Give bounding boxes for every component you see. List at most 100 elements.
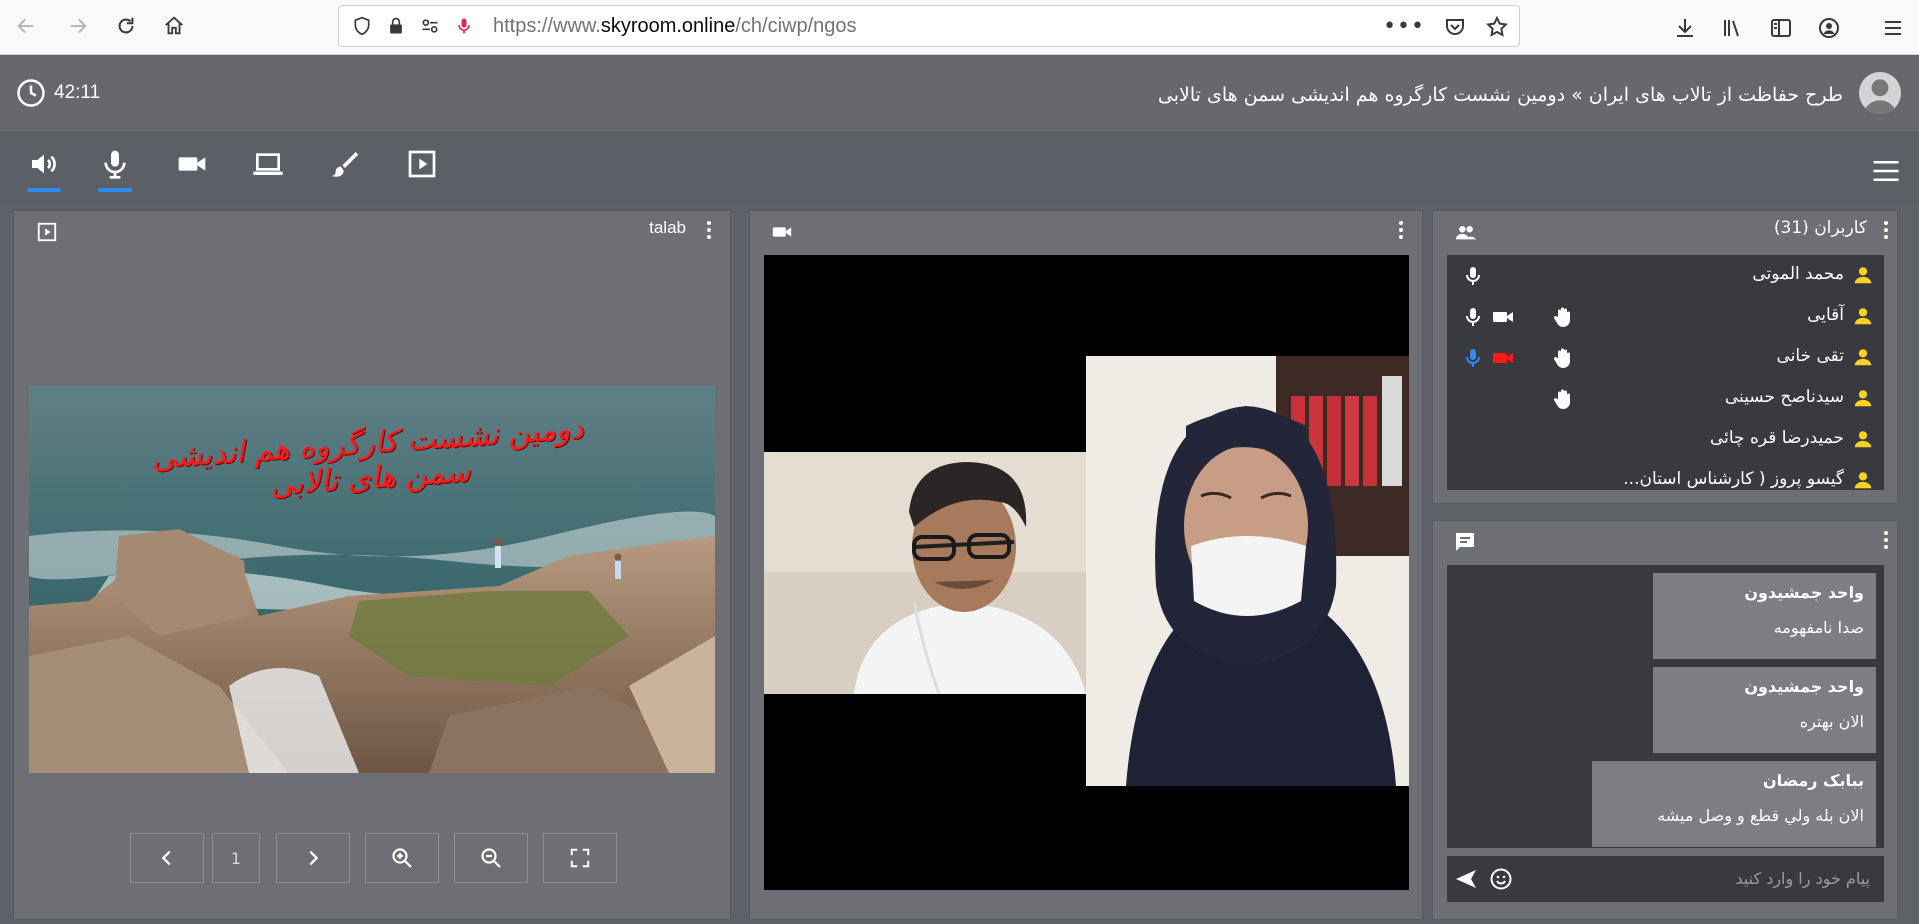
raised-hand-icon [1553, 389, 1570, 409]
zoom-out-button[interactable] [454, 833, 528, 883]
user-row[interactable]: حمیدرضا قره چائی [1447, 419, 1884, 460]
laptop-icon [253, 153, 283, 175]
home-button[interactable] [154, 6, 194, 46]
session-timer: 42:11 [16, 78, 100, 108]
user-name: تقی خانی [1776, 346, 1845, 366]
hamburger-menu-button[interactable] [1871, 156, 1901, 186]
home-icon [165, 16, 183, 35]
fullscreen-button[interactable] [543, 833, 617, 883]
zoom-in-button[interactable] [365, 833, 439, 883]
video-options-icon[interactable] [1398, 221, 1404, 239]
pocket-icon[interactable] [1443, 15, 1467, 39]
chat-author: واحد جمشیدون [1744, 677, 1864, 696]
microphone-active-indicator [98, 188, 132, 192]
users-panel: کاربران (31) محمد الموتی آقایی تقی خانی [1432, 210, 1898, 504]
microphone-icon [1466, 267, 1480, 285]
user-row[interactable]: آقایی [1447, 296, 1884, 337]
chat-panel: واحد جمشیدون صدا نامفهومه واحد جمشیدون ا… [1432, 520, 1898, 920]
chat-message: واحد جمشیدون صدا نامفهومه [1653, 573, 1876, 659]
permissions-icon[interactable] [419, 15, 441, 37]
browser-toolbar: https://www.skyroom.online/ch/ciwp/ngos … [0, 0, 1919, 55]
raised-hand-icon [1553, 348, 1570, 368]
reload-button[interactable] [106, 6, 146, 46]
video-camera-icon [1493, 312, 1513, 322]
app-header: 42:11 طرح حفاظت از تالاب های ایران » دوم… [0, 56, 1919, 133]
user-row[interactable]: محمد الموتی [1447, 255, 1884, 296]
microphone-active-icon[interactable] [453, 15, 475, 37]
participant-video-female[interactable] [1086, 356, 1409, 786]
reload-icon [118, 17, 134, 34]
user-row[interactable]: تقی خانی [1447, 337, 1884, 378]
chat-input[interactable]: پیام خود را وارد کنید [1447, 856, 1884, 902]
person-icon [1854, 308, 1872, 325]
speaker-button[interactable] [23, 148, 65, 194]
sidebar-toggle-icon[interactable] [1766, 13, 1796, 43]
presentation-panel: talab دومین نشست کارگروه هم اندیشی سمن ه… [13, 210, 731, 920]
back-button[interactable] [6, 6, 46, 46]
users-panel-header: کاربران (31) [1433, 211, 1897, 247]
chat-text: صدا نامفهومه [1773, 618, 1864, 637]
emoji-icon[interactable] [1489, 867, 1513, 891]
users-count-title: کاربران (31) [1773, 218, 1867, 238]
room-title: طرح حفاظت از تالاب های ایران » دومین نشس… [1157, 84, 1843, 106]
whiteboard-button[interactable] [324, 148, 366, 194]
menu-icon [1873, 161, 1899, 181]
next-page-button[interactable] [276, 833, 350, 883]
play-box-icon[interactable] [36, 221, 58, 243]
chat-panel-header [1433, 521, 1897, 557]
page-number[interactable]: 1 [212, 833, 260, 883]
chevron-left-icon [161, 850, 171, 866]
chat-text: الان بهتره [1799, 712, 1864, 731]
library-icon[interactable] [1718, 13, 1748, 43]
forward-button[interactable] [58, 6, 98, 46]
speaker-active-indicator [27, 188, 61, 192]
zoom-in-icon [392, 848, 412, 868]
person-icon [1854, 472, 1872, 489]
zoom-out-icon [481, 848, 501, 868]
chat-message-list[interactable]: واحد جمشیدون صدا نامفهومه واحد جمشیدون ا… [1447, 565, 1884, 848]
participant-video-male[interactable] [764, 452, 1086, 694]
chat-message: ببابک رمضان الان بله ولي قطع و وصل میشه [1592, 761, 1876, 847]
bookmark-star-icon[interactable] [1485, 15, 1509, 39]
user-row[interactable]: گیسو پروز ( کارشناس استان... [1447, 460, 1884, 490]
account-icon[interactable] [1814, 13, 1844, 43]
person-icon [1854, 431, 1872, 448]
lock-icon[interactable] [385, 15, 407, 37]
users-group-icon [1455, 226, 1477, 240]
media-button[interactable] [401, 148, 443, 194]
play-box-icon [408, 150, 436, 178]
user-row[interactable]: سیدناصح حسینی [1447, 378, 1884, 419]
back-arrow-icon [17, 18, 34, 34]
camera-button[interactable] [171, 148, 213, 194]
microphone-button[interactable] [94, 148, 136, 194]
shield-icon[interactable] [351, 15, 373, 37]
chat-options-icon[interactable] [1883, 531, 1889, 549]
microphone-icon [104, 150, 126, 179]
fullscreen-icon [570, 848, 590, 868]
app-menu-icon[interactable] [1878, 13, 1908, 43]
url-text: https://www.skyroom.online/ch/ciwp/ngos [493, 14, 857, 37]
send-icon[interactable] [1453, 867, 1479, 891]
users-options-icon[interactable] [1883, 221, 1889, 239]
presentation-options-icon[interactable] [706, 221, 712, 239]
previous-page-button[interactable] [130, 833, 204, 883]
speaker-icon [32, 154, 56, 174]
microphone-icon [1466, 308, 1480, 326]
chat-text: الان بله ولي قطع و وصل میشه [1657, 806, 1864, 825]
page-actions-icon[interactable]: ••• [1383, 14, 1425, 39]
person-icon [1854, 267, 1872, 284]
user-name: آقایی [1807, 305, 1844, 325]
raised-hand-icon [1553, 307, 1570, 327]
address-bar[interactable]: https://www.skyroom.online/ch/ciwp/ngos … [338, 5, 1520, 47]
chat-input-placeholder: پیام خود را وارد کنید [1735, 869, 1870, 888]
video-panel [749, 210, 1423, 920]
avatar[interactable] [1859, 72, 1901, 114]
presentation-name: talab [649, 218, 686, 237]
clock-icon [17, 79, 45, 107]
user-name: محمد الموتی [1752, 264, 1844, 284]
screen-share-button[interactable] [247, 148, 289, 194]
video-camera-icon [772, 227, 792, 237]
user-name: سیدناصح حسینی [1724, 387, 1844, 407]
downloads-icon[interactable] [1670, 13, 1700, 43]
video-area [764, 255, 1409, 890]
